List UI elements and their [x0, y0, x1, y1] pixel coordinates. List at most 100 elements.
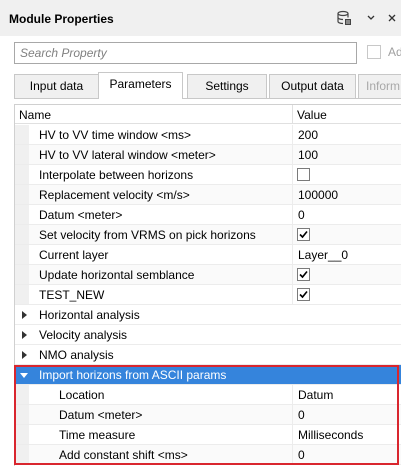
- table-row[interactable]: Current layer Layer__0: [15, 245, 401, 265]
- property-value[interactable]: 0: [298, 208, 305, 222]
- cell-divider: [292, 185, 293, 204]
- advanced-label: Adv: [388, 45, 401, 59]
- row-gutter: [15, 445, 29, 464]
- cell-divider: [292, 245, 293, 264]
- row-gutter: [15, 205, 29, 224]
- table-row[interactable]: Location Datum: [15, 385, 401, 405]
- cell-divider: [292, 165, 293, 184]
- tab-divider: [14, 98, 401, 99]
- cell-divider: [292, 405, 293, 424]
- group-name: Horizontal analysis: [39, 308, 140, 322]
- row-gutter: [15, 405, 29, 424]
- property-value[interactable]: 0: [298, 448, 305, 462]
- property-name: Add constant shift <ms>: [59, 448, 188, 462]
- tab-inform: Inform: [358, 74, 401, 98]
- property-name: Update horizontal semblance: [39, 268, 195, 282]
- cell-divider: [292, 385, 293, 404]
- row-gutter: [15, 165, 29, 184]
- property-value[interactable]: 200: [298, 128, 318, 142]
- checkmark-icon: [299, 270, 308, 279]
- test-new-checkbox[interactable]: [297, 288, 310, 301]
- property-name: HV to VV lateral window <meter>: [39, 148, 216, 162]
- chevron-down-icon[interactable]: [366, 12, 376, 26]
- search-box[interactable]: [14, 42, 357, 64]
- column-divider[interactable]: [292, 105, 293, 124]
- property-name: Interpolate between horizons: [39, 168, 194, 182]
- tab-settings[interactable]: Settings: [187, 74, 267, 98]
- group-name: NMO analysis: [39, 348, 114, 362]
- cell-divider: [292, 425, 293, 444]
- collapse-arrow-icon[interactable]: [20, 373, 28, 378]
- checkmark-icon: [299, 230, 308, 239]
- interpolate-checkbox[interactable]: [297, 168, 310, 181]
- group-row-nmo-analysis[interactable]: NMO analysis: [15, 345, 401, 365]
- row-gutter: [15, 185, 29, 204]
- property-name: Set velocity from VRMS on pick horizons: [39, 228, 256, 242]
- group-row-velocity-analysis[interactable]: Velocity analysis: [15, 325, 401, 345]
- group-name: Velocity analysis: [39, 328, 128, 342]
- table-header: Name Value: [15, 105, 401, 124]
- property-name: Datum <meter>: [39, 208, 123, 222]
- row-gutter: [15, 265, 29, 284]
- property-grid: Name Value HV to VV time window <ms> 200…: [14, 104, 401, 466]
- property-name: TEST_NEW: [39, 288, 105, 302]
- row-gutter: [15, 425, 29, 444]
- property-value[interactable]: 100000: [298, 188, 338, 202]
- value-column-header[interactable]: Value: [297, 108, 327, 122]
- table-row[interactable]: Add constant shift <ms> 0: [15, 445, 401, 465]
- property-name: Location: [59, 388, 105, 402]
- close-icon[interactable]: [387, 12, 397, 26]
- property-name: HV to VV time window <ms>: [39, 128, 192, 142]
- tab-input-data[interactable]: Input data: [14, 74, 99, 98]
- property-name: Time measure: [59, 428, 136, 442]
- table-row[interactable]: Time measure Milliseconds: [15, 425, 401, 445]
- title-bar: Module Properties: [0, 0, 401, 36]
- property-name: Current layer: [39, 248, 109, 262]
- table-row[interactable]: TEST_NEW: [15, 285, 401, 305]
- row-gutter: [15, 385, 29, 404]
- advanced-checkbox[interactable]: [367, 45, 381, 59]
- row-gutter: [15, 145, 29, 164]
- search-input[interactable]: [15, 43, 356, 63]
- row-gutter: [15, 225, 29, 244]
- table-row[interactable]: HV to VV time window <ms> 200: [15, 125, 401, 145]
- row-gutter: [15, 245, 29, 264]
- row-gutter: [15, 125, 29, 144]
- database-icon[interactable]: [336, 10, 352, 29]
- cell-divider: [292, 145, 293, 164]
- table-row[interactable]: Datum <meter> 0: [15, 205, 401, 225]
- property-value[interactable]: Datum: [298, 388, 333, 402]
- property-name: Replacement velocity <m/s>: [39, 188, 190, 202]
- table-row[interactable]: Interpolate between horizons: [15, 165, 401, 185]
- cell-divider: [292, 445, 293, 464]
- property-value[interactable]: Milliseconds: [298, 428, 363, 442]
- table-row[interactable]: Replacement velocity <m/s> 100000: [15, 185, 401, 205]
- table-row[interactable]: Datum <meter> 0: [15, 405, 401, 425]
- vrms-velocity-checkbox[interactable]: [297, 228, 310, 241]
- table-row[interactable]: HV to VV lateral window <meter> 100: [15, 145, 401, 165]
- group-name: Import horizons from ASCII params: [39, 368, 227, 382]
- tab-output-data[interactable]: Output data: [269, 74, 356, 98]
- checkmark-icon: [299, 290, 308, 299]
- panel-title: Module Properties: [9, 12, 114, 26]
- update-semblance-checkbox[interactable]: [297, 268, 310, 281]
- property-value[interactable]: Layer__0: [298, 248, 348, 262]
- table-row[interactable]: Set velocity from VRMS on pick horizons: [15, 225, 401, 245]
- cell-divider: [292, 125, 293, 144]
- name-column-header[interactable]: Name: [19, 108, 51, 122]
- cell-divider: [292, 285, 293, 304]
- row-gutter: [15, 285, 29, 304]
- group-row-horizontal-analysis[interactable]: Horizontal analysis: [15, 305, 401, 325]
- expand-arrow-icon[interactable]: [22, 351, 27, 359]
- cell-divider: [292, 205, 293, 224]
- expand-arrow-icon[interactable]: [22, 311, 27, 319]
- group-row-import-horizons[interactable]: Import horizons from ASCII params: [15, 365, 401, 385]
- property-name: Datum <meter>: [59, 408, 143, 422]
- property-value[interactable]: 100: [298, 148, 318, 162]
- cell-divider: [292, 225, 293, 244]
- expand-arrow-icon[interactable]: [22, 331, 27, 339]
- tab-parameters[interactable]: Parameters: [98, 72, 183, 99]
- cell-divider: [292, 265, 293, 284]
- property-value[interactable]: 0: [298, 408, 305, 422]
- table-row[interactable]: Update horizontal semblance: [15, 265, 401, 285]
